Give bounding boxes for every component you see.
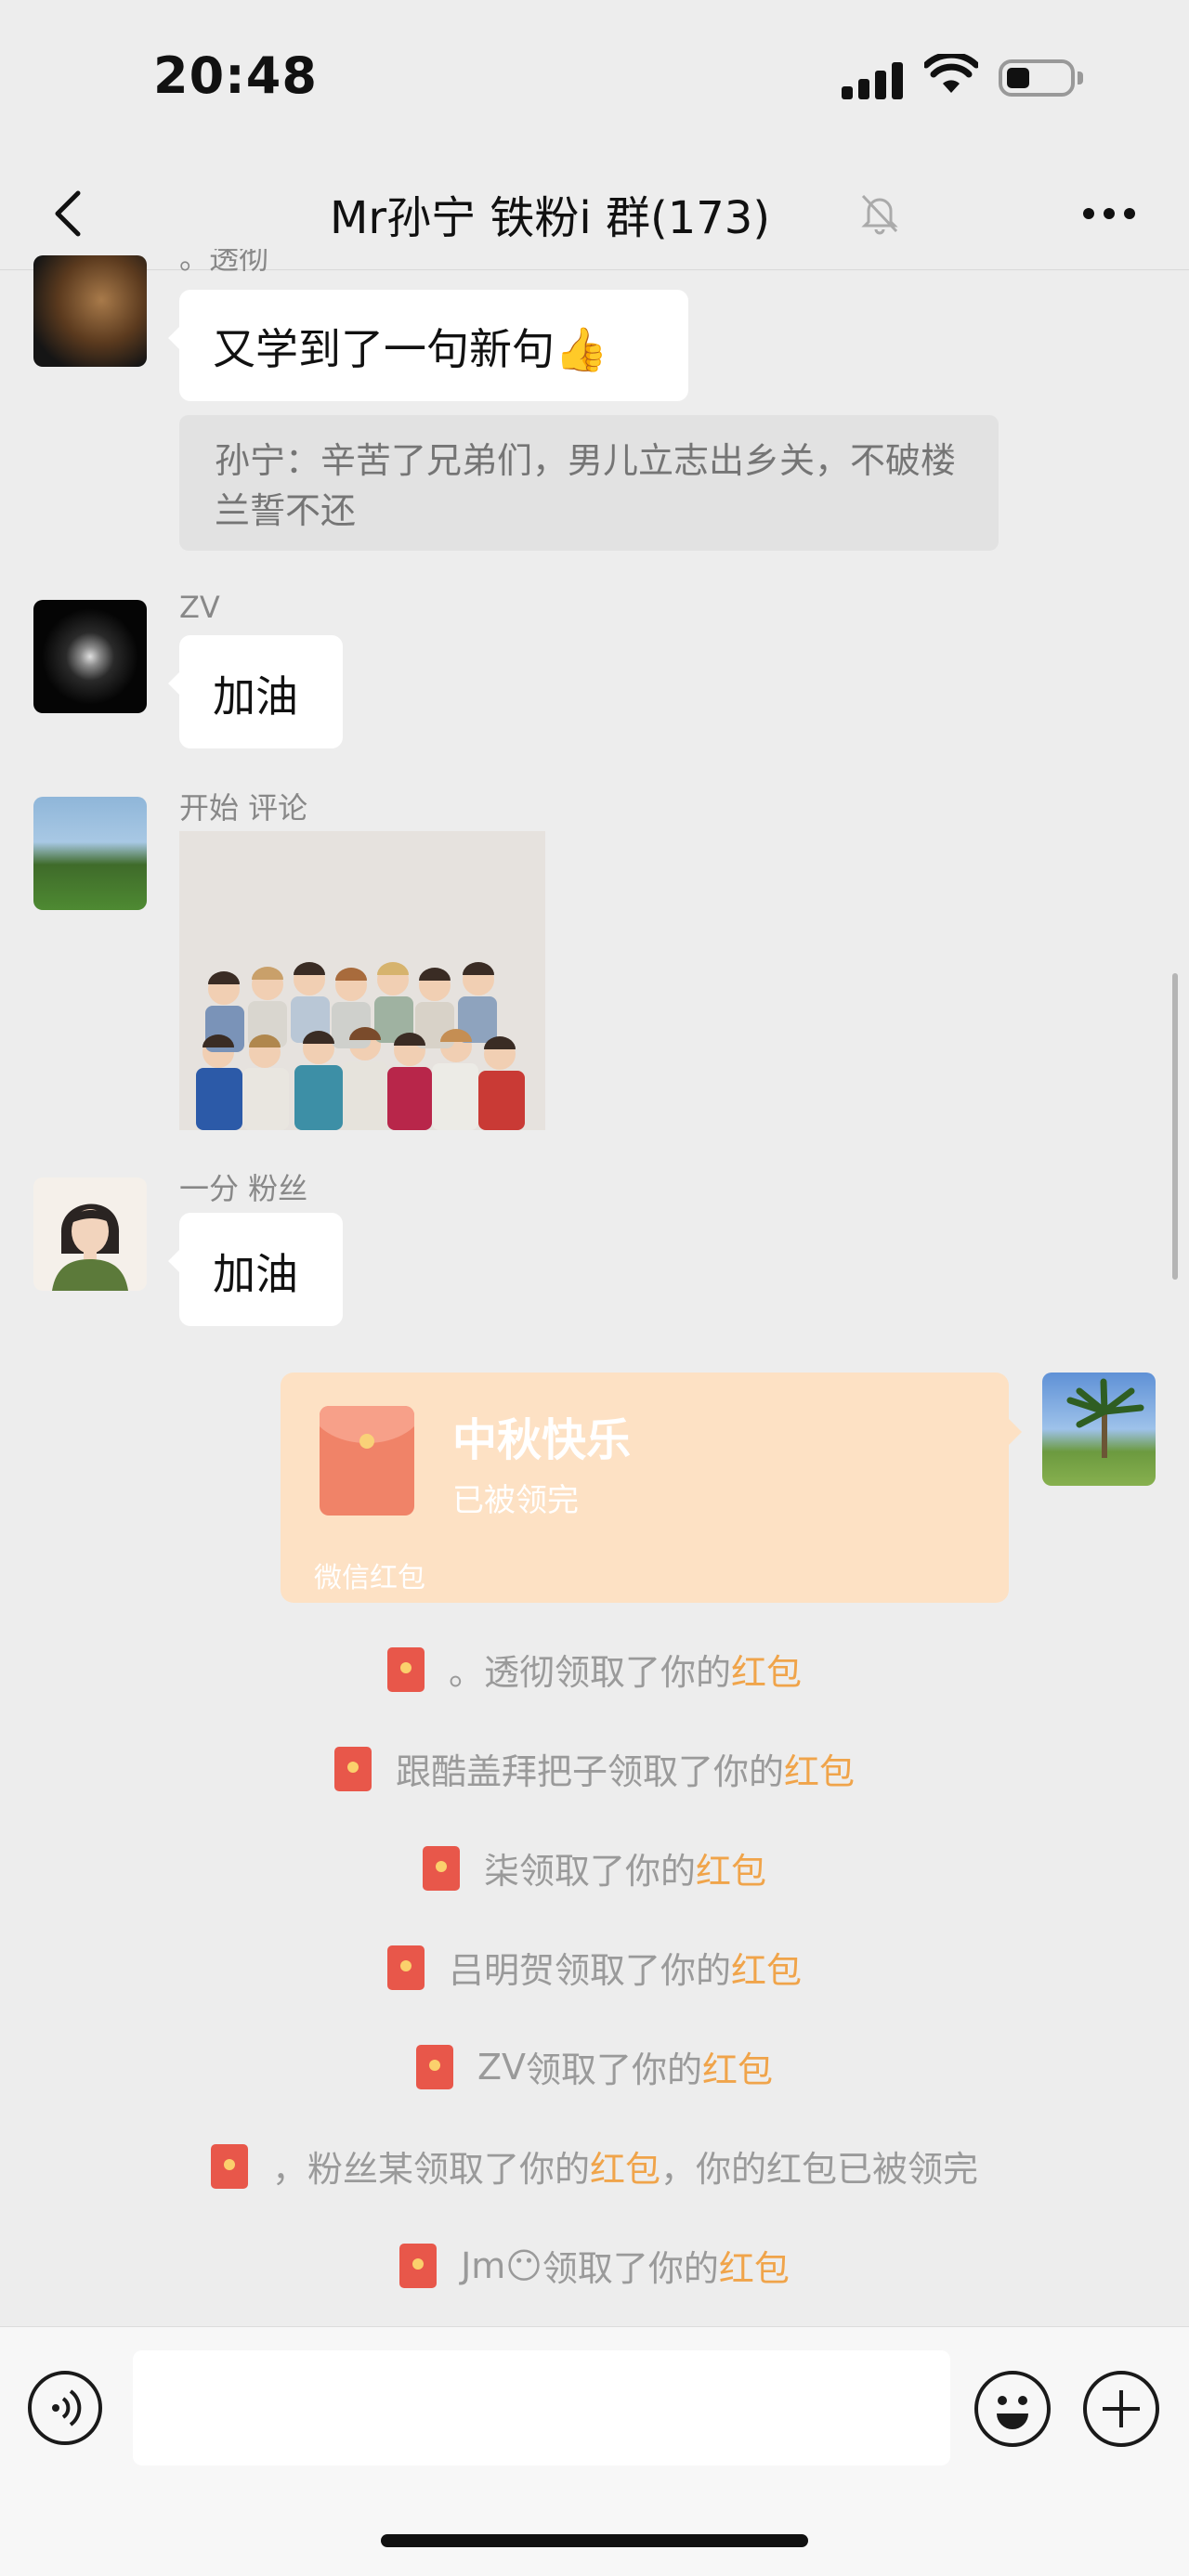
avatar[interactable]: [33, 255, 147, 367]
red-packet-icon: [386, 1945, 425, 1990]
red-packet-title: 中秋快乐: [452, 1414, 632, 1466]
message-bubble[interactable]: 又学到了一句新句👍: [168, 290, 688, 401]
sender-name: 开始 评论: [179, 790, 308, 826]
notice-action: 领取了你的: [518, 1851, 696, 1892]
notice-action: 领取了你的: [412, 2149, 590, 2190]
notice-action: 领取了你的: [554, 1950, 731, 1991]
plus-button[interactable]: [1083, 2371, 1159, 2447]
notice-name[interactable]: 。透彻: [449, 1644, 555, 1695]
red-packet-icon: [320, 1406, 414, 1516]
chat-title[interactable]: Mr孙宁 铁粉i 群(173): [330, 181, 770, 246]
emoji-icon: [997, 2396, 1028, 2429]
nav-bar: Mr孙宁 铁粉i 群(173): [0, 158, 1189, 270]
notice-row: 跟酷盖拜把子 领取了你的 红包: [0, 1743, 1189, 1799]
message-input[interactable]: [133, 2350, 950, 2465]
mute-icon: [861, 194, 898, 235]
my-avatar[interactable]: [1042, 1373, 1156, 1486]
more-icon[interactable]: [1083, 208, 1139, 221]
notice-name[interactable]: ，粉丝某: [272, 2140, 413, 2192]
signal-icon: [842, 60, 907, 99]
message-bubble[interactable]: 加油: [168, 635, 343, 748]
notice-link[interactable]: 红包: [719, 2240, 790, 2291]
notice-link[interactable]: 红包: [696, 1842, 766, 1893]
notice-row: 柒领取了你的 红包: [0, 1842, 1189, 1898]
status-time: 20:48: [153, 46, 318, 105]
notice-link[interactable]: 红包: [731, 1942, 802, 1993]
sender-name: ZV: [179, 590, 220, 625]
avatar-illustration: [52, 1203, 128, 1291]
notice-name[interactable]: ZV: [477, 2047, 526, 2088]
red-packet-icon: [399, 2243, 438, 2288]
notice-link[interactable]: 红包: [590, 2140, 660, 2192]
notice-action: 领取了你的: [542, 2248, 719, 2289]
quote-block[interactable]: 孙宁：辛苦了兄弟们，男儿立志出乡关，不破楼兰誓不还: [179, 415, 999, 551]
red-packet-icon: [386, 1646, 425, 1692]
chat-screen: 20:48 Mr孙宁 铁粉i 群(173) 。透彻 又学到了一句新句👍 孙宁：辛…: [0, 0, 1189, 2576]
notice-action: 领取了你的: [607, 1751, 784, 1792]
notice-row: 。透彻 领取了你的 红包: [0, 1644, 1189, 1699]
group-photo[interactable]: [179, 831, 545, 1130]
notice-link[interactable]: 红包: [702, 2041, 773, 2092]
sender-name: 一分 粉丝: [179, 1171, 308, 1206]
notice-row: ，粉丝某 领取了你的 红包 ，你的红包已被领完: [0, 2140, 1189, 2196]
red-packet-icon: [333, 1746, 372, 1791]
message-text: 加油: [213, 1249, 298, 1299]
notice-name[interactable]: Jm😶: [461, 2245, 542, 2286]
notice-action: 领取了你的: [554, 1652, 731, 1693]
red-packet-card[interactable]: 中秋快乐 已被领完 微信红包: [281, 1373, 1022, 1603]
message-text: 加油: [213, 671, 298, 722]
notice-link[interactable]: 红包: [731, 1644, 802, 1695]
voice-button[interactable]: [28, 2371, 102, 2445]
notice-name[interactable]: 柒: [484, 1842, 519, 1893]
battery-tip: [1078, 72, 1083, 85]
battery-icon: [999, 59, 1075, 97]
notice-link[interactable]: 红包: [784, 1743, 855, 1794]
scrollbar[interactable]: [1172, 973, 1178, 1280]
voice-icon: [52, 2389, 82, 2426]
home-indicator[interactable]: [381, 2534, 808, 2547]
red-packet-icon: [422, 1845, 460, 1891]
thumbs-up-icon: 👍: [555, 324, 608, 374]
back-icon[interactable]: [45, 186, 100, 241]
avatar[interactable]: [33, 1177, 147, 1291]
message-bubble[interactable]: 加油: [168, 1213, 343, 1326]
status-bar: 20:48: [0, 0, 1189, 158]
plus-icon: [1103, 2390, 1140, 2427]
notice-row: ZV 领取了你的 红包: [0, 2041, 1189, 2097]
notice-name[interactable]: 跟酷盖拜把子: [396, 1743, 608, 1794]
message-text: 又学到了一句新句: [213, 324, 555, 374]
sender-name: 。透彻: [179, 249, 269, 273]
palm-tree-illustration: [1066, 1378, 1144, 1458]
notice-row: 吕明贺 领取了你的 红包: [0, 1942, 1189, 1997]
notice-name[interactable]: 吕明贺: [449, 1942, 555, 1993]
wifi-icon: [924, 54, 978, 93]
red-packet-footer: 微信红包: [314, 1562, 425, 1594]
notice-row: Jm😶 领取了你的 红包: [0, 2240, 1189, 2296]
avatar[interactable]: [33, 797, 147, 910]
avatar[interactable]: [33, 600, 147, 713]
red-packet-icon: [415, 2044, 453, 2089]
people-photo-illustration: [196, 962, 525, 1130]
notice-action: 领取了你的: [526, 2049, 703, 2090]
emoji-button[interactable]: [974, 2371, 1051, 2447]
red-packet-status: 已被领完: [452, 1482, 579, 1519]
red-packet-icon: [210, 2143, 248, 2189]
notice-suffix: ，你的红包已被领完: [660, 2149, 979, 2190]
